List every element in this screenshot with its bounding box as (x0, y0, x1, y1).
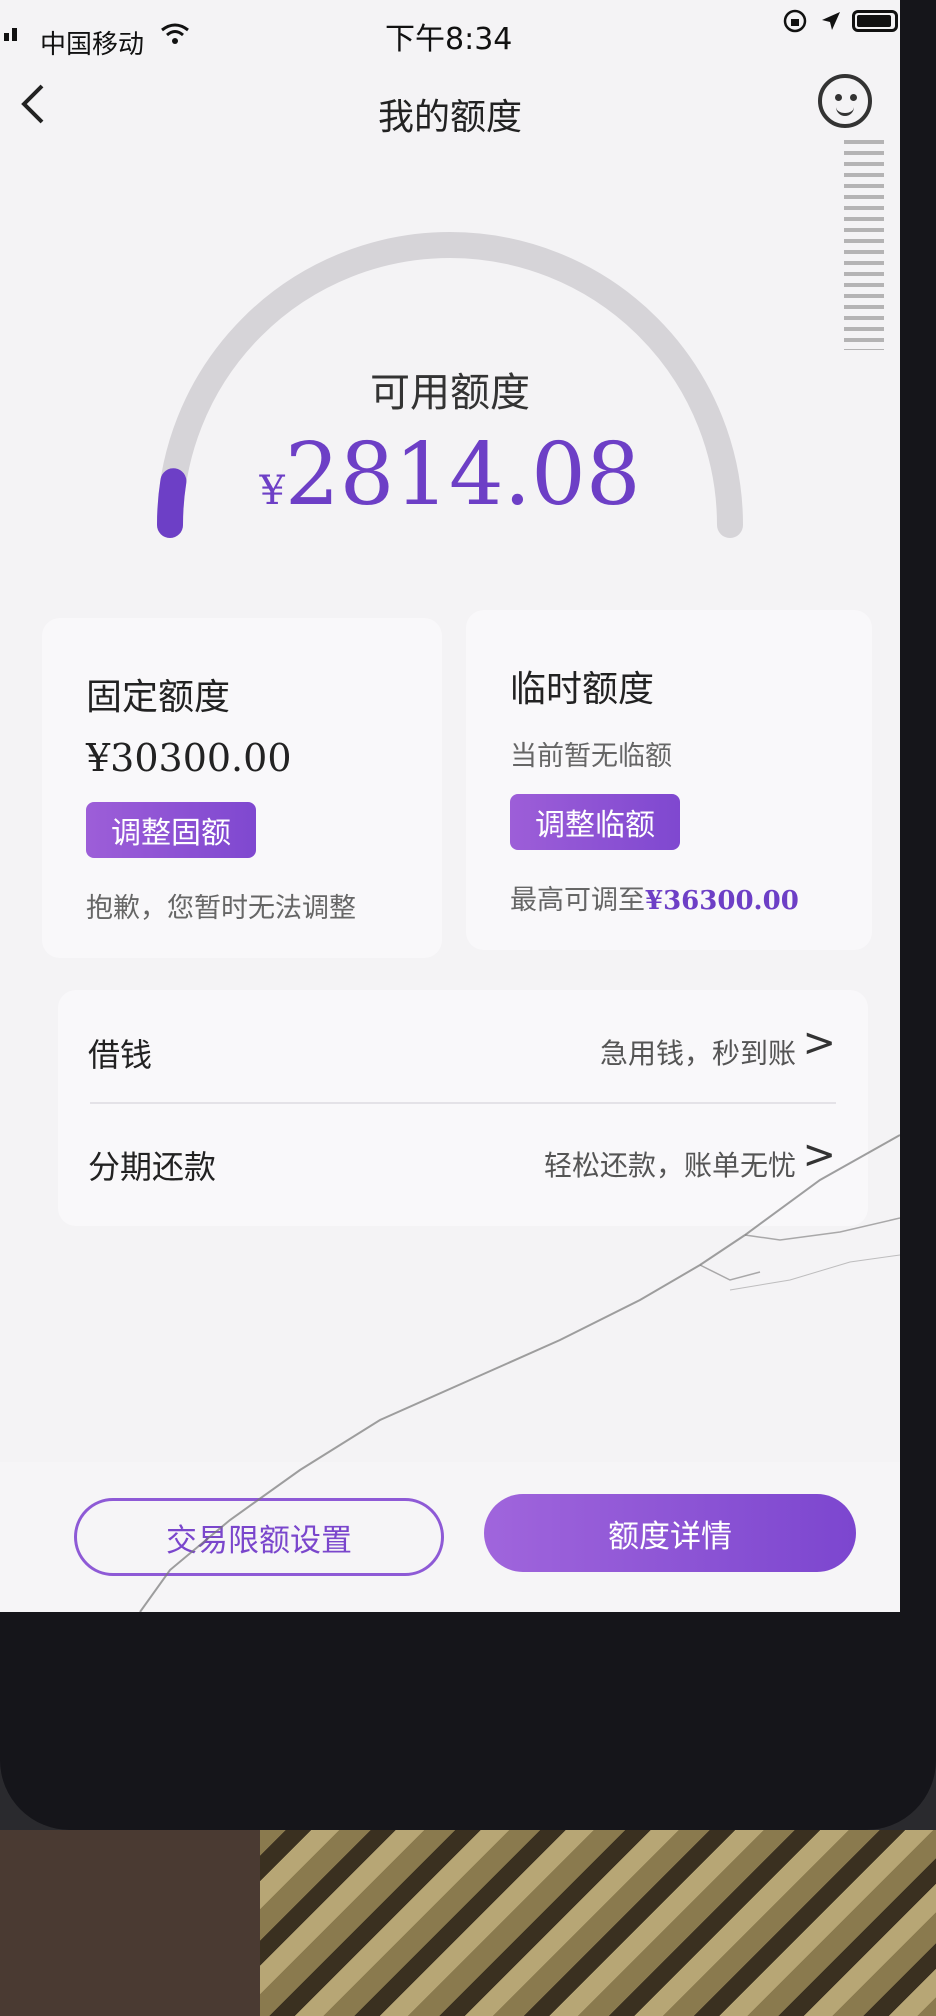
battery-icon (852, 10, 898, 32)
chevron-right-icon: > (802, 1132, 836, 1178)
service-list: 借钱 急用钱，秒到账 > 分期还款 轻松还款，账单无忧 > (58, 990, 868, 1226)
list-item-desc: 急用钱，秒到账 (599, 1037, 796, 1070)
phone-body: 中国移动 下午8:34 我的额度 可用额度 ¥2814.08 固定额度 ¥303… (0, 0, 936, 1830)
adjust-temp-quota-button[interactable]: 调整临额 (510, 794, 680, 850)
location-icon (818, 8, 844, 41)
temp-quota-status: 当前暂无临额 (510, 741, 672, 772)
wifi-icon (160, 22, 190, 53)
list-item-borrow[interactable]: 借钱 急用钱，秒到账 > (58, 990, 868, 1102)
rotation-lock-icon (782, 8, 808, 41)
fixed-quota-card: 固定额度 ¥30300.00 调整固额 抱歉，您暂时无法调整 (42, 618, 442, 958)
temp-quota-note-prefix: 最高可调至 (510, 885, 645, 916)
temp-quota-max-value: ¥36300.00 (645, 886, 799, 916)
quota-details-button[interactable]: 额度详情 (484, 1494, 856, 1572)
available-quota-label: 可用额度 (370, 370, 530, 416)
available-quota-amount: ¥2814.08 (140, 425, 760, 525)
status-bar: 中国移动 下午8:34 (0, 0, 900, 60)
list-item-installment[interactable]: 分期还款 轻松还款，账单无忧 > (58, 1102, 868, 1214)
temp-quota-title: 临时额度 (510, 669, 655, 710)
currency-symbol: ¥ (259, 468, 285, 514)
temp-quota-card: 临时额度 当前暂无临额 调整临额 最高可调至¥36300.00 (466, 610, 872, 950)
carrier-name: 中国移动 (40, 30, 145, 60)
adjust-fixed-quota-button[interactable]: 调整固额 (86, 802, 256, 858)
clock-time: 下午8:34 (385, 22, 513, 57)
nav-bar: 我的额度 (0, 64, 900, 154)
list-item-label: 分期还款 (88, 1148, 217, 1186)
signal-icon (4, 28, 17, 41)
app-screen: 中国移动 下午8:34 我的额度 可用额度 ¥2814.08 固定额度 ¥303… (0, 0, 900, 1612)
page-title: 我的额度 (377, 97, 522, 138)
fixed-quota-value: ¥30300.00 (86, 736, 292, 780)
list-item-desc: 轻松还款，账单无忧 (543, 1149, 796, 1182)
chevron-right-icon: > (802, 1020, 836, 1066)
background-hand (0, 1830, 260, 2016)
bottom-action-bar: 交易限额设置 额度详情 (0, 1462, 900, 1612)
available-quota-value: 2814.08 (284, 425, 641, 525)
screen-stain (844, 140, 884, 350)
fixed-quota-note: 抱歉，您暂时无法调整 (86, 893, 356, 924)
list-item-label: 借钱 (88, 1036, 153, 1074)
fixed-quota-title: 固定额度 (86, 677, 231, 718)
limit-settings-button[interactable]: 交易限额设置 (74, 1498, 444, 1576)
customer-service-icon[interactable] (818, 74, 872, 128)
temp-quota-note: 最高可调至¥36300.00 (510, 878, 799, 917)
available-quota-gauge: 可用额度 ¥2814.08 (140, 210, 760, 550)
